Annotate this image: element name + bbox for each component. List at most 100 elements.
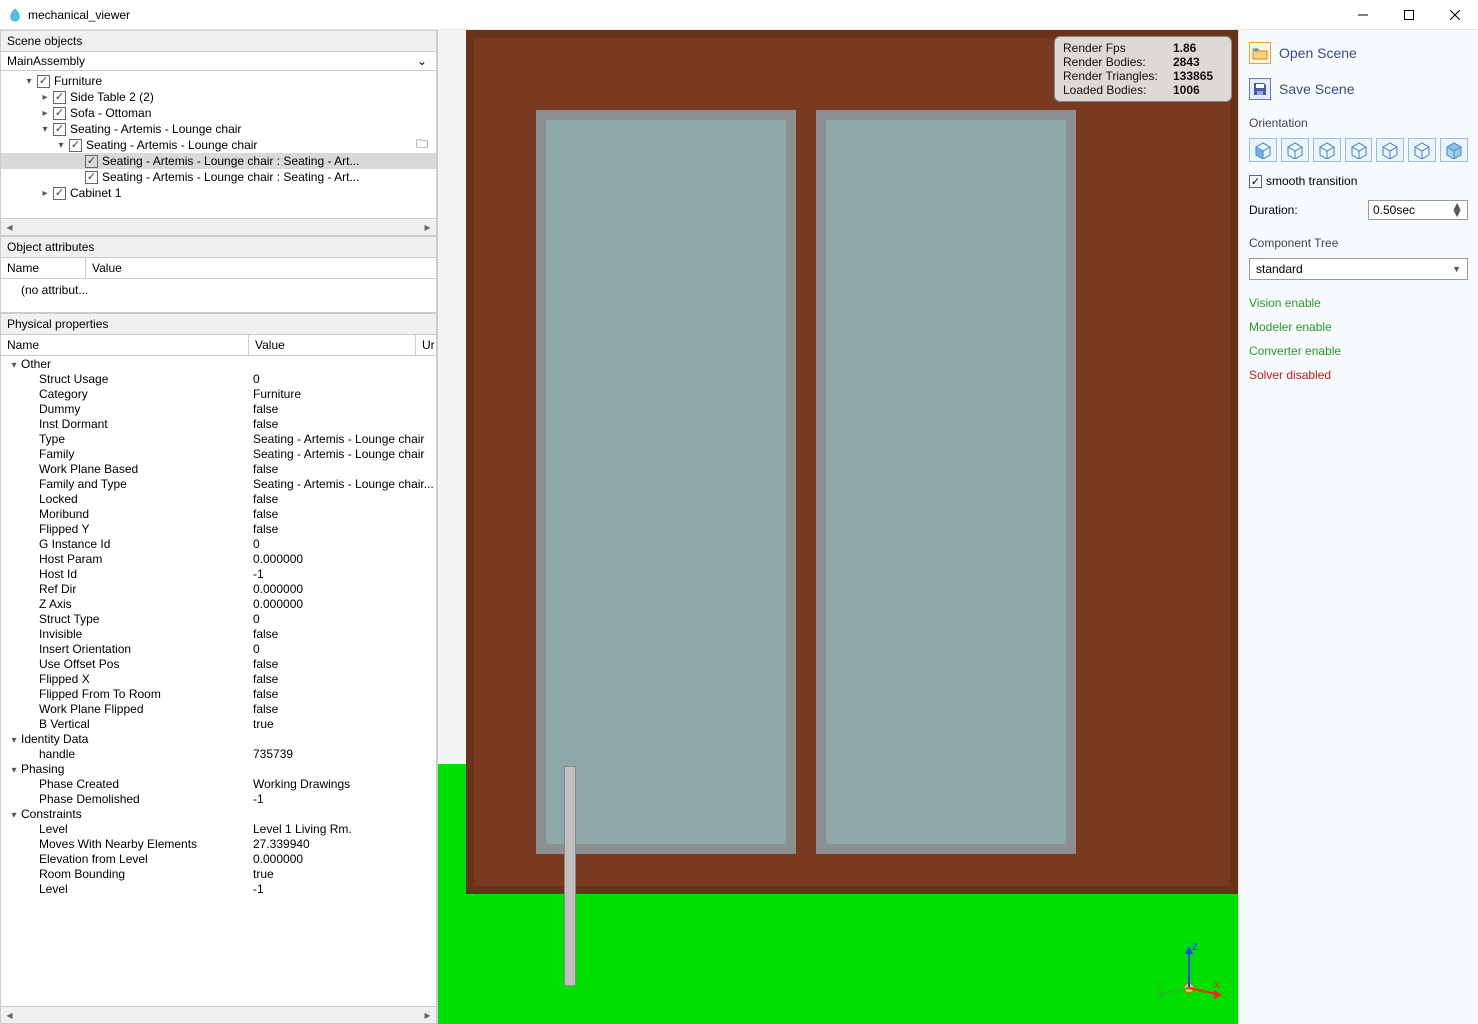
property-row[interactable]: Struct Type0 [1, 611, 436, 626]
visibility-checkbox[interactable] [85, 171, 98, 184]
property-row[interactable]: Dummyfalse [1, 401, 436, 416]
expand-arrow-icon[interactable]: ▸ [39, 188, 51, 199]
property-row[interactable]: Phase Demolished-1 [1, 791, 436, 806]
visibility-checkbox[interactable] [53, 187, 66, 200]
chevron-down-icon[interactable]: ⌄ [414, 54, 430, 68]
scroll-right-icon[interactable]: ▸ [419, 1008, 436, 1023]
property-row[interactable]: Elevation from Level0.000000 [1, 851, 436, 866]
property-row[interactable]: Use Offset Posfalse [1, 656, 436, 671]
visibility-checkbox[interactable] [69, 139, 82, 152]
property-value: false [253, 702, 436, 716]
axis-gizmo[interactable]: z x y [1154, 938, 1224, 1008]
visibility-checkbox[interactable] [53, 107, 66, 120]
tree-item[interactable]: ▸Sofa - Ottoman [1, 105, 436, 121]
phys-col-value[interactable]: Value [249, 335, 416, 355]
scroll-right-icon[interactable]: ▸ [419, 220, 436, 235]
property-row[interactable]: Flipped From To Roomfalse [1, 686, 436, 701]
property-value: false [253, 492, 436, 506]
orientation-bottom-button[interactable] [1408, 138, 1436, 162]
tree-item[interactable]: ▾Seating - Artemis - Lounge chair🗀 [1, 137, 436, 153]
smooth-transition-checkbox[interactable] [1249, 175, 1262, 188]
property-row[interactable]: handle735739 [1, 746, 436, 761]
physical-properties-body[interactable]: ▾OtherStruct Usage0CategoryFurnitureDumm… [0, 356, 437, 1007]
orientation-right-button[interactable] [1345, 138, 1373, 162]
orientation-back-button[interactable] [1281, 138, 1309, 162]
property-row[interactable]: Moves With Nearby Elements27.339940 [1, 836, 436, 851]
tree-item[interactable]: ▾Furniture [1, 73, 436, 89]
window-maximize-button[interactable] [1386, 0, 1432, 30]
smooth-transition-label: smooth transition [1266, 174, 1357, 188]
phys-col-unit[interactable]: Ur [416, 335, 436, 355]
scene-root-row[interactable]: MainAssembly ⌄ [0, 52, 437, 71]
property-row[interactable]: Family and TypeSeating - Artemis - Loung… [1, 476, 436, 491]
physical-horizontal-scrollbar[interactable]: ◂ ▸ [0, 1007, 437, 1024]
tree-item[interactable]: ▸ Cabinet 1 [1, 185, 436, 201]
tree-item[interactable]: Seating - Artemis - Lounge chair : Seati… [1, 169, 436, 185]
property-row[interactable]: Struct Usage0 [1, 371, 436, 386]
property-row[interactable]: LevelLevel 1 Living Rm. [1, 821, 436, 836]
expand-arrow-icon[interactable]: ▸ [39, 92, 51, 103]
property-row[interactable]: Moribundfalse [1, 506, 436, 521]
orientation-left-button[interactable] [1313, 138, 1341, 162]
property-row[interactable]: G Instance Id0 [1, 536, 436, 551]
3d-viewport[interactable]: Render Fps1.86Render Bodies:2843Render T… [438, 30, 1238, 1024]
visibility-checkbox[interactable] [85, 155, 98, 168]
visibility-checkbox[interactable] [37, 75, 50, 88]
tree-item[interactable]: ▾Seating - Artemis - Lounge chair [1, 121, 436, 137]
property-row[interactable]: Flipped Yfalse [1, 521, 436, 536]
property-row[interactable]: Flipped Xfalse [1, 671, 436, 686]
expand-arrow-icon[interactable]: ▸ [39, 108, 51, 119]
property-row[interactable]: Lockedfalse [1, 491, 436, 506]
property-group[interactable]: ▾Other [1, 356, 436, 371]
property-row[interactable]: FamilySeating - Artemis - Lounge chair [1, 446, 436, 461]
property-name: Use Offset Pos [1, 657, 253, 671]
property-row[interactable]: Insert Orientation0 [1, 641, 436, 656]
window-close-button[interactable] [1432, 0, 1478, 30]
scene-tree[interactable]: ▾Furniture▸Side Table 2 (2)▸Sofa - Ottom… [0, 71, 437, 219]
property-row[interactable]: Host Param0.000000 [1, 551, 436, 566]
property-row[interactable]: Z Axis0.000000 [1, 596, 436, 611]
property-group[interactable]: ▾Identity Data [1, 731, 436, 746]
property-row[interactable]: Phase CreatedWorking Drawings [1, 776, 436, 791]
scroll-left-icon[interactable]: ◂ [1, 220, 18, 235]
spinner-icon[interactable]: ▲▼ [1451, 203, 1463, 217]
orientation-top-button[interactable] [1376, 138, 1404, 162]
visibility-checkbox[interactable] [53, 91, 66, 104]
expand-arrow-icon[interactable]: ▾ [23, 76, 35, 87]
expand-arrow-icon[interactable]: ▾ [55, 140, 67, 151]
tree-item[interactable]: ▸Side Table 2 (2) [1, 89, 436, 105]
save-scene-button[interactable]: Save Scene [1249, 74, 1468, 104]
expand-arrow-icon[interactable]: ▾ [39, 124, 51, 135]
property-group[interactable]: ▾Constraints [1, 806, 436, 821]
scroll-left-icon[interactable]: ◂ [1, 1008, 18, 1023]
phys-col-name[interactable]: Name [1, 335, 249, 355]
property-row[interactable]: TypeSeating - Artemis - Lounge chair [1, 431, 436, 446]
tree-item[interactable]: Seating - Artemis - Lounge chair : Seati… [1, 153, 436, 169]
open-scene-button[interactable]: Open Scene [1249, 38, 1468, 68]
property-row[interactable]: Level-1 [1, 881, 436, 896]
property-value: -1 [253, 792, 436, 806]
orientation-front-button[interactable] [1249, 138, 1277, 162]
tree-item-label: Cabinet 1 [70, 186, 121, 200]
duration-input[interactable]: 0.50sec ▲▼ [1368, 200, 1468, 220]
property-value: true [253, 717, 436, 731]
property-row[interactable]: Host Id-1 [1, 566, 436, 581]
attr-col-name[interactable]: Name [1, 258, 86, 278]
property-row[interactable]: Work Plane Basedfalse [1, 461, 436, 476]
tree-horizontal-scrollbar[interactable]: ◂ ▸ [0, 219, 437, 236]
property-row[interactable]: Invisiblefalse [1, 626, 436, 641]
property-row[interactable]: Room Boundingtrue [1, 866, 436, 881]
window-minimize-button[interactable] [1340, 0, 1386, 30]
property-row[interactable]: B Verticaltrue [1, 716, 436, 731]
property-row[interactable]: Ref Dir0.000000 [1, 581, 436, 596]
orientation-iso-button[interactable] [1440, 138, 1468, 162]
property-name: Moves With Nearby Elements [1, 837, 253, 851]
property-group[interactable]: ▾Phasing [1, 761, 436, 776]
visibility-checkbox[interactable] [53, 123, 66, 136]
stat-row: Render Triangles:133865 [1063, 69, 1223, 83]
component-tree-select[interactable]: standard ▼ [1249, 258, 1468, 280]
property-row[interactable]: CategoryFurniture [1, 386, 436, 401]
attr-col-value[interactable]: Value [86, 258, 436, 278]
property-row[interactable]: Inst Dormantfalse [1, 416, 436, 431]
property-row[interactable]: Work Plane Flippedfalse [1, 701, 436, 716]
